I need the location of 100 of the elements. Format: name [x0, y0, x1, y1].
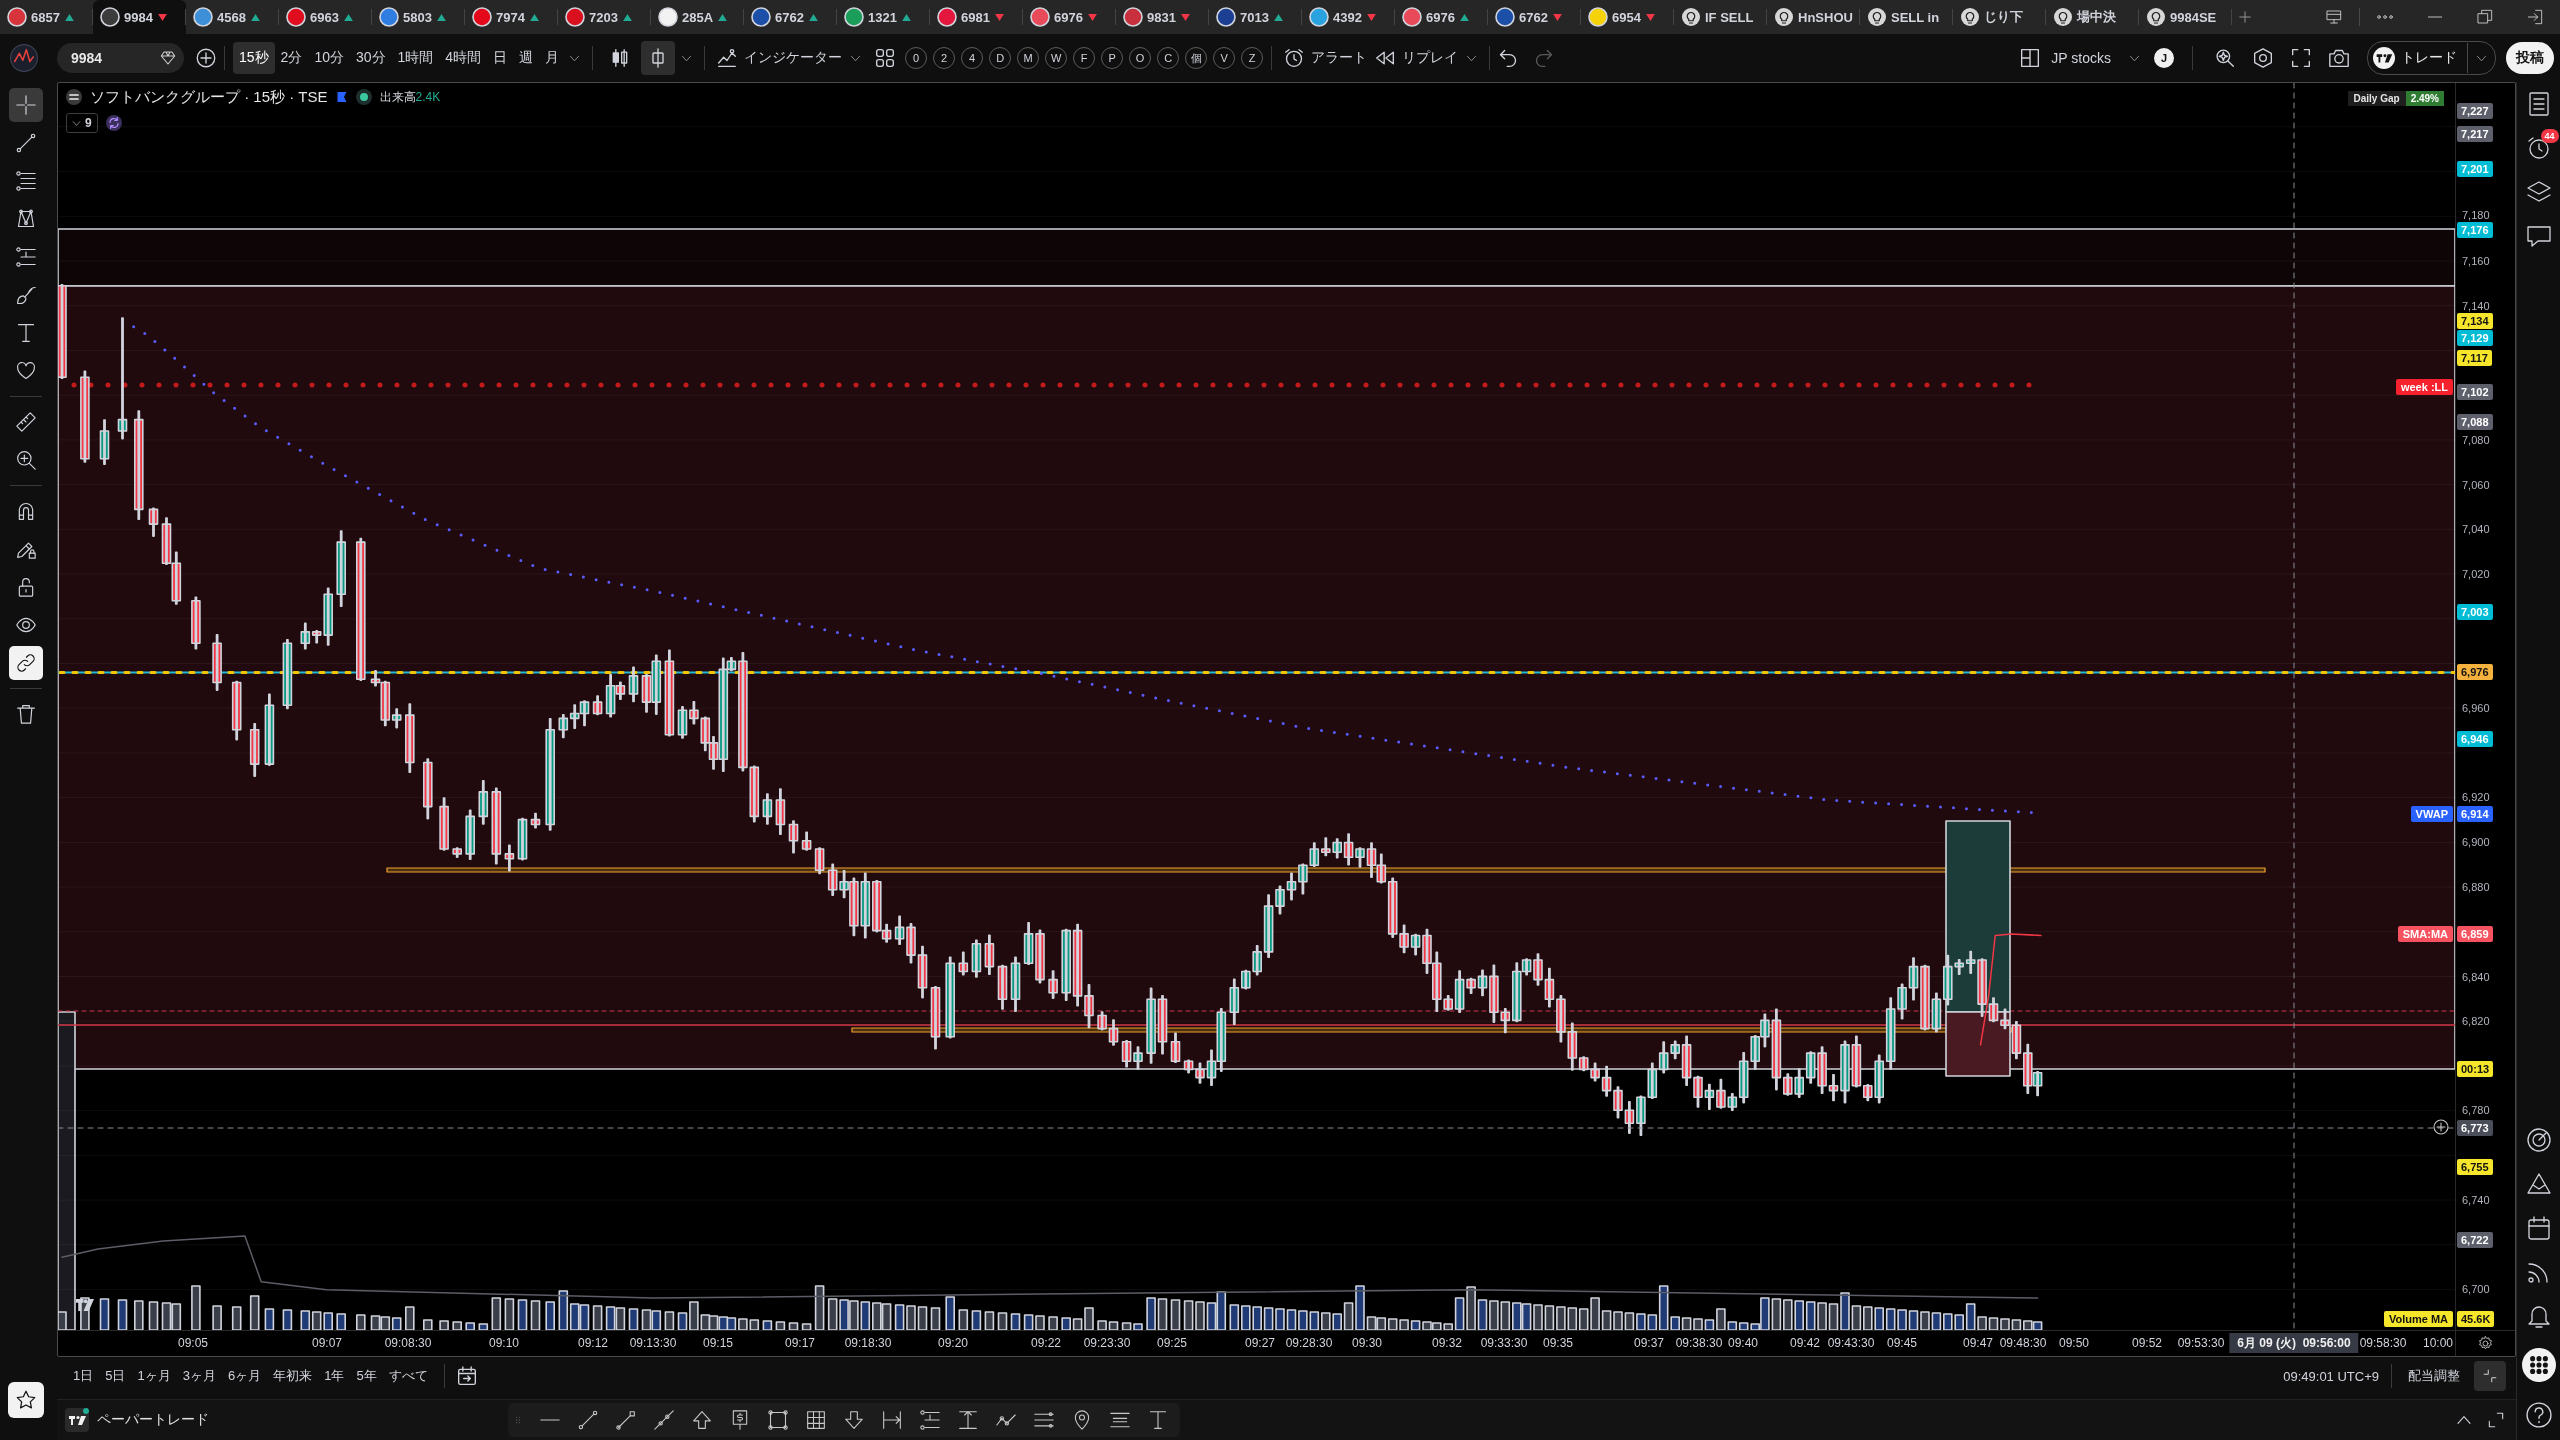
chart-tab[interactable]: じり下 — [1953, 0, 2046, 34]
collapse-button[interactable] — [2474, 1361, 2506, 1391]
chart-tab[interactable]: 9984SE — [2139, 0, 2232, 34]
search-icon[interactable] — [2215, 48, 2235, 68]
grid-icon[interactable] — [875, 48, 896, 68]
interval-button[interactable]: 1時間 — [391, 42, 440, 74]
chart-tab[interactable]: 6857 — [0, 0, 93, 34]
interval-button[interactable]: 日 — [487, 42, 514, 74]
chart-tab[interactable]: 6954 — [1581, 0, 1674, 34]
chart-tab[interactable]: 6963 — [279, 0, 372, 34]
text-tool-icon[interactable] — [1148, 1410, 1168, 1430]
chart-tab[interactable]: 7203 — [558, 0, 651, 34]
level-lines-icon[interactable] — [920, 1410, 940, 1430]
calendar-icon[interactable] — [456, 1366, 477, 1386]
arrow-down-icon[interactable] — [844, 1410, 864, 1430]
price-note-icon[interactable] — [730, 1410, 750, 1430]
layout-button[interactable]: JP stocks — [2012, 42, 2115, 74]
extended-line-icon[interactable] — [654, 1410, 674, 1430]
chart-tab[interactable]: 285A — [651, 0, 744, 34]
diamond-icon[interactable] — [160, 50, 176, 66]
plus-circle-icon[interactable] — [2433, 1119, 2449, 1135]
chart-tab[interactable]: 6981 — [930, 0, 1023, 34]
camera-icon[interactable] — [2329, 48, 2349, 68]
redo-icon[interactable] — [1534, 48, 1555, 68]
interval-button[interactable]: 2分 — [274, 42, 309, 74]
lines-icon[interactable] — [1110, 1410, 1130, 1430]
table-icon[interactable] — [806, 1410, 826, 1430]
chart-tab[interactable]: 6976 — [1395, 0, 1488, 34]
date-range-icon[interactable] — [882, 1410, 902, 1430]
arrow-up-icon[interactable] — [692, 1410, 712, 1430]
watchlist-icon[interactable] — [2526, 92, 2551, 116]
range-button[interactable]: 1日 — [69, 1362, 98, 1390]
interval-button[interactable]: 30分 — [349, 42, 392, 74]
chart-tab[interactable]: 5803 — [372, 0, 465, 34]
interval-button[interactable]: 4時間 — [439, 42, 488, 74]
chart-tab[interactable]: 7013 — [1209, 0, 1302, 34]
adjustment-button[interactable]: 配当調整 — [2404, 1362, 2464, 1390]
undo-icon[interactable] — [1498, 48, 1519, 68]
chart-tab[interactable]: 場中決 — [2046, 0, 2139, 34]
restore-icon[interactable] — [2477, 9, 2493, 25]
chart-tab[interactable]: 9831 — [1116, 0, 1209, 34]
chart-tab[interactable]: IF SELL — [1674, 0, 1767, 34]
settings-icon[interactable] — [2478, 1336, 2493, 1351]
interval-button[interactable]: 週 — [513, 42, 540, 74]
interval-button[interactable]: 月 — [539, 42, 566, 74]
layers-icon[interactable] — [2526, 180, 2551, 204]
rectangle-icon[interactable] — [768, 1410, 788, 1430]
interval-button[interactable]: 15秒 — [233, 42, 275, 74]
chat-icon[interactable] — [2526, 224, 2551, 248]
help-icon[interactable] — [2525, 1402, 2552, 1428]
panel-title[interactable]: ペーパートレード — [97, 1411, 209, 1429]
chart-tab[interactable]: 4568 — [186, 0, 279, 34]
chart-tab[interactable]: SELL in — [1860, 0, 1953, 34]
price-range-icon[interactable] — [958, 1410, 978, 1430]
monitor-icon[interactable] — [2326, 9, 2342, 25]
apps-icon[interactable] — [2521, 1348, 2556, 1382]
mountain-icon[interactable] — [2526, 1172, 2551, 1196]
logo-icon[interactable] — [65, 1408, 89, 1432]
trend-line-icon[interactable] — [578, 1410, 598, 1430]
indicators-button[interactable]: インジケーター — [713, 42, 847, 74]
favorites-button[interactable] — [8, 1382, 44, 1418]
chart-avatar-icon[interactable] — [10, 44, 38, 72]
plus-icon[interactable] — [2238, 10, 2252, 24]
ray-icon[interactable] — [616, 1410, 636, 1430]
radar-icon[interactable] — [2526, 1128, 2551, 1152]
collapse-button[interactable]: 9 — [66, 113, 98, 133]
chart-tab[interactable]: HnSHOU — [1767, 0, 1860, 34]
chart-tab[interactable]: 9984 — [93, 0, 186, 34]
symbol-search-field[interactable]: 9984 — [57, 43, 184, 73]
interval-button[interactable]: 10分 — [308, 42, 350, 74]
chart-style-button[interactable] — [641, 41, 676, 75]
range-button[interactable]: すべて — [384, 1362, 432, 1390]
chart-tab[interactable]: 7974 — [465, 0, 558, 34]
publish-button[interactable]: 投稿 — [2506, 42, 2554, 74]
chart-tab[interactable]: 6762 — [1488, 0, 1581, 34]
bell-icon[interactable] — [2526, 1304, 2551, 1328]
range-button[interactable]: 1年 — [320, 1362, 349, 1390]
chart-tab[interactable]: 1321 — [837, 0, 930, 34]
settings-icon[interactable] — [2253, 48, 2273, 68]
range-button[interactable]: 年初来 — [269, 1362, 317, 1390]
plus-circle-icon[interactable] — [196, 48, 216, 68]
broadcast-icon[interactable] — [2526, 1260, 2551, 1284]
range-button[interactable]: 5日 — [101, 1362, 130, 1390]
exit-icon[interactable] — [2527, 9, 2543, 25]
toggle-button[interactable] — [9, 646, 43, 680]
alert-button[interactable]: アラート — [1280, 42, 1372, 74]
pin-icon[interactable] — [1072, 1410, 1092, 1430]
range-button[interactable]: 5年 — [352, 1362, 381, 1390]
range-button[interactable]: 6ヶ月 — [223, 1362, 266, 1390]
parallel-lines-icon[interactable] — [1034, 1410, 1054, 1430]
chart-tab[interactable]: 4392 — [1302, 0, 1395, 34]
expand-icon[interactable] — [2488, 1412, 2504, 1428]
drag-handle-icon[interactable] — [514, 1414, 522, 1426]
replay-button[interactable]: リプレイ — [1371, 42, 1463, 74]
fullscreen-icon[interactable] — [2291, 48, 2311, 68]
range-button[interactable]: 1ヶ月 — [133, 1362, 175, 1390]
range-button[interactable]: 3ヶ月 — [178, 1362, 220, 1390]
user-avatar[interactable]: J — [2154, 48, 2174, 68]
calendar-icon[interactable] — [2526, 1216, 2551, 1240]
chart-tab[interactable]: 6976 — [1023, 0, 1116, 34]
